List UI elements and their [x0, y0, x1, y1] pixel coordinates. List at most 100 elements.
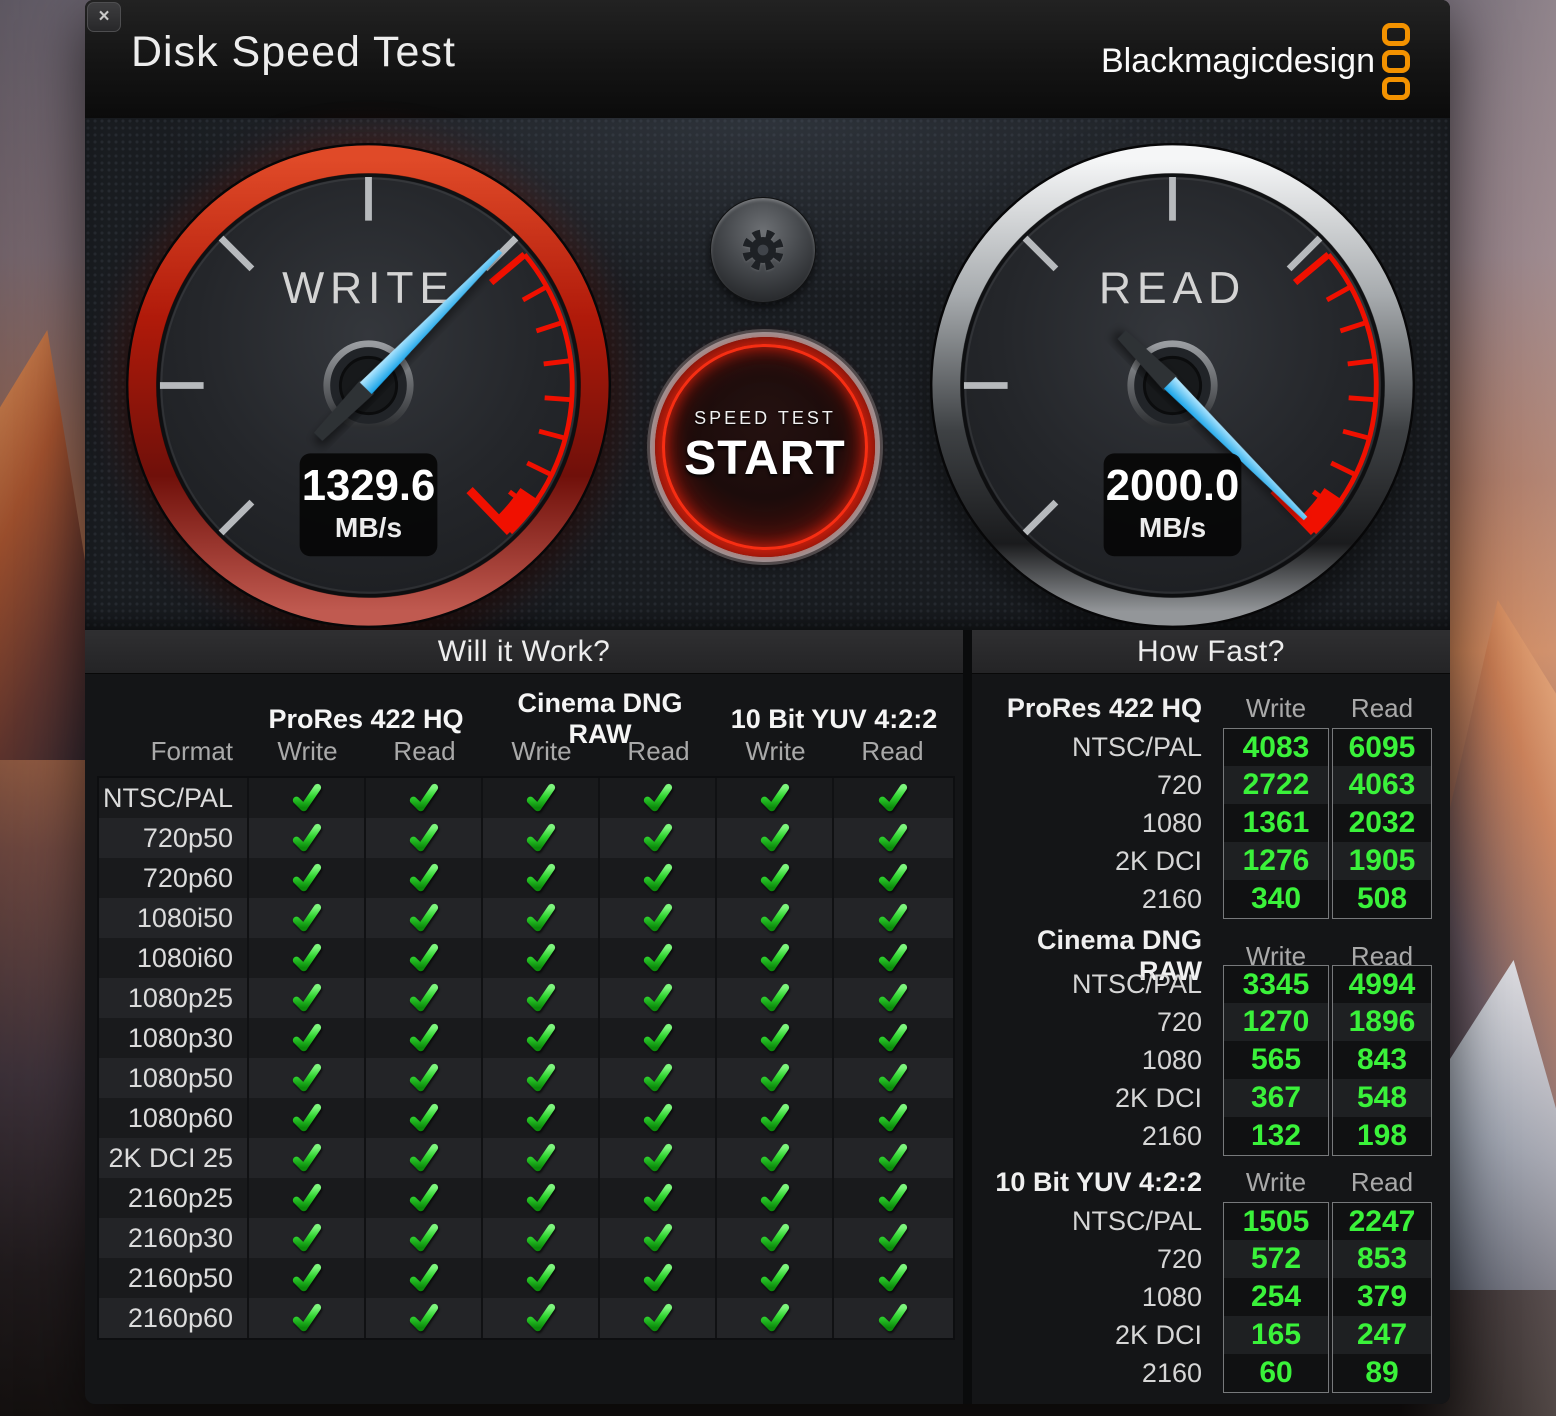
check-cell — [600, 1298, 717, 1338]
check-cell — [366, 778, 483, 818]
check-cell — [483, 858, 600, 898]
check-cell — [483, 898, 600, 938]
format-cell: 1080p60 — [99, 1098, 249, 1138]
check-icon — [642, 1143, 673, 1174]
check-cell — [717, 1178, 834, 1218]
close-button[interactable]: × — [87, 2, 121, 32]
check-cell — [249, 1178, 366, 1218]
check-cell — [483, 778, 600, 818]
close-icon: × — [98, 6, 109, 27]
settings-button[interactable] — [710, 197, 816, 303]
value-row: 1080 565 843 — [972, 1041, 1450, 1079]
check-cell — [600, 1018, 717, 1058]
check-cell — [366, 978, 483, 1018]
panel-divider — [963, 630, 972, 1404]
check-icon — [877, 1103, 908, 1134]
write-value: 565 — [1223, 1041, 1329, 1079]
check-icon — [642, 1223, 673, 1254]
write-header: Write — [1223, 693, 1329, 724]
check-icon — [877, 1223, 908, 1254]
read-value: 843 — [1332, 1041, 1432, 1079]
check-cell — [600, 938, 717, 978]
check-cell — [366, 1218, 483, 1258]
check-icon — [759, 1143, 790, 1174]
row-label: 2160 — [972, 880, 1220, 919]
check-cell — [483, 1218, 600, 1258]
check-cell — [249, 1258, 366, 1298]
check-icon — [408, 1063, 439, 1094]
check-icon — [642, 1023, 673, 1054]
check-icon — [877, 1143, 908, 1174]
check-icon — [291, 1063, 322, 1094]
check-cell — [600, 778, 717, 818]
check-cell — [717, 1138, 834, 1178]
check-icon — [759, 1023, 790, 1054]
check-cell — [834, 1218, 951, 1258]
check-cell — [483, 1258, 600, 1298]
row-label: NTSC/PAL — [972, 1202, 1220, 1241]
check-cell — [366, 1258, 483, 1298]
format-cell: 1080p30 — [99, 1018, 249, 1058]
write-value: 165 — [1223, 1316, 1329, 1354]
row-label: 1080 — [972, 1278, 1220, 1316]
check-icon — [408, 1023, 439, 1054]
check-icon — [408, 903, 439, 934]
check-cell — [366, 898, 483, 938]
read-value: 508 — [1332, 880, 1432, 919]
check-cell — [249, 1018, 366, 1058]
table-row: 2160p50 — [99, 1258, 953, 1298]
check-icon — [759, 863, 790, 894]
format-cell: 720p60 — [99, 858, 249, 898]
check-cell — [483, 1018, 600, 1058]
check-icon — [642, 1263, 673, 1294]
check-cell — [717, 1258, 834, 1298]
write-value: 2722 — [1223, 766, 1329, 804]
check-cell — [600, 1258, 717, 1298]
check-icon — [525, 943, 556, 974]
value-row: NTSC/PAL 4083 6095 — [972, 728, 1450, 766]
check-cell — [366, 1098, 483, 1138]
check-cell — [249, 858, 366, 898]
table-row: 2K DCI 25 — [99, 1138, 953, 1178]
check-icon — [642, 1183, 673, 1214]
check-cell — [717, 1218, 834, 1258]
value-row: 1080 1361 2032 — [972, 804, 1450, 842]
check-icon — [291, 943, 322, 974]
check-icon — [759, 943, 790, 974]
check-icon — [877, 1063, 908, 1094]
table-row: 1080p25 — [99, 978, 953, 1018]
check-cell — [600, 858, 717, 898]
check-icon — [525, 1263, 556, 1294]
write-value: 254 — [1223, 1278, 1329, 1316]
how-fast-panel: How Fast? ProRes 422 HQ Write Read NTSC/… — [972, 630, 1450, 1404]
read-value: 4994 — [1332, 965, 1432, 1004]
check-cell — [483, 1058, 600, 1098]
check-cell — [717, 818, 834, 858]
check-icon — [642, 1103, 673, 1134]
svg-text:MB/s: MB/s — [335, 512, 402, 543]
check-cell — [249, 1138, 366, 1178]
format-cell: 1080i60 — [99, 938, 249, 978]
check-cell — [600, 978, 717, 1018]
will-it-work-table: NTSC/PAL720p50720p601080i501080i601080p2… — [97, 776, 955, 1340]
check-cell — [834, 898, 951, 938]
how-fast-group: ProRes 422 HQ Write Read NTSC/PAL 4083 6… — [972, 688, 1450, 918]
check-icon — [408, 1143, 439, 1174]
format-cell: 2160p30 — [99, 1218, 249, 1258]
group-header-yuv: 10 Bit YUV 4:2:2 — [717, 704, 951, 735]
start-button[interactable]: SPEED TEST START — [655, 337, 875, 557]
check-icon — [759, 1263, 790, 1294]
row-label: 720 — [972, 1240, 1220, 1278]
wallpaper-snow-right — [1450, 960, 1556, 1290]
check-icon — [642, 983, 673, 1014]
read-value: 1905 — [1332, 842, 1432, 880]
check-cell — [834, 1178, 951, 1218]
check-cell — [366, 1298, 483, 1338]
check-cell — [249, 1298, 366, 1338]
write-value: 1276 — [1223, 842, 1329, 880]
check-cell — [249, 1098, 366, 1138]
read-value: 198 — [1332, 1117, 1432, 1156]
value-row: 2160 340 508 — [972, 880, 1450, 918]
value-row: 2K DCI 165 247 — [972, 1316, 1450, 1354]
row-label: 1080 — [972, 1041, 1220, 1079]
